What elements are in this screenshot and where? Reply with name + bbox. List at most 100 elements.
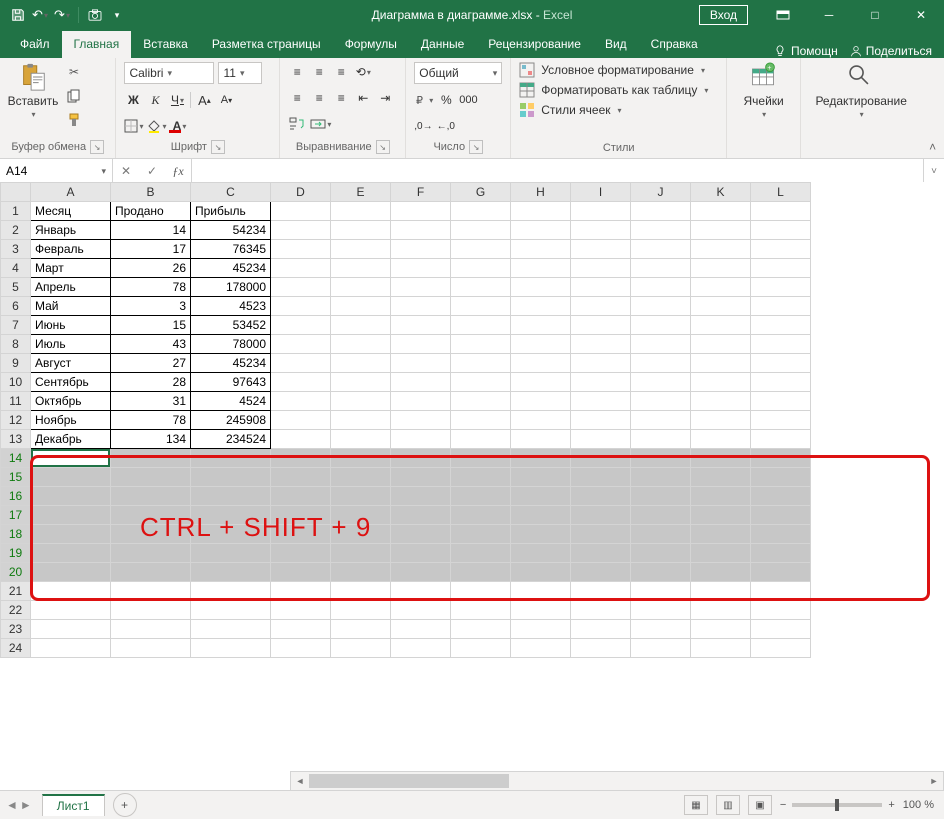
cell[interactable] — [31, 525, 111, 544]
cell[interactable] — [691, 316, 751, 335]
row-header[interactable]: 24 — [1, 639, 31, 658]
cell[interactable] — [451, 506, 511, 525]
comma-icon[interactable]: 000 — [459, 90, 477, 110]
cell[interactable]: Прибыль — [191, 202, 271, 221]
cell[interactable] — [451, 468, 511, 487]
cell[interactable] — [691, 639, 751, 658]
cell[interactable] — [111, 449, 191, 468]
cell[interactable] — [691, 392, 751, 411]
cell[interactable]: 4524 — [191, 392, 271, 411]
zoom-in-icon[interactable]: + — [888, 799, 894, 811]
cell[interactable] — [511, 563, 571, 582]
cell[interactable] — [631, 354, 691, 373]
cell[interactable] — [331, 221, 391, 240]
cell[interactable] — [391, 411, 451, 430]
cell[interactable] — [511, 411, 571, 430]
cell[interactable] — [751, 297, 811, 316]
cell[interactable]: 14 — [111, 221, 191, 240]
cell[interactable]: 53452 — [191, 316, 271, 335]
cell[interactable] — [571, 487, 631, 506]
cell[interactable]: Октябрь — [31, 392, 111, 411]
cell[interactable] — [271, 525, 331, 544]
column-header[interactable]: C — [191, 183, 271, 202]
align-center-icon[interactable]: ≡ — [310, 88, 328, 108]
save-icon[interactable] — [10, 7, 26, 23]
cell[interactable] — [631, 430, 691, 449]
cell[interactable] — [331, 601, 391, 620]
ribbon-display-icon[interactable] — [760, 0, 806, 30]
cell[interactable] — [111, 525, 191, 544]
cell[interactable] — [691, 601, 751, 620]
cell[interactable] — [511, 506, 571, 525]
cell[interactable] — [751, 449, 811, 468]
cell[interactable] — [271, 259, 331, 278]
cut-icon[interactable]: ✂ — [64, 62, 84, 82]
sheet-tab[interactable]: Лист1 — [42, 794, 105, 816]
cell[interactable] — [691, 240, 751, 259]
cell[interactable] — [571, 392, 631, 411]
tab-review[interactable]: Рецензирование — [476, 31, 593, 58]
cell[interactable] — [331, 525, 391, 544]
decrease-decimal-icon[interactable]: ←,0 — [437, 116, 455, 136]
horizontal-scrollbar[interactable]: ◄ ► — [290, 771, 944, 791]
row-header[interactable]: 14 — [1, 449, 31, 468]
cell[interactable] — [511, 525, 571, 544]
cell[interactable] — [511, 430, 571, 449]
cell[interactable] — [631, 392, 691, 411]
cell[interactable] — [451, 582, 511, 601]
cell[interactable] — [631, 449, 691, 468]
cell[interactable] — [391, 544, 451, 563]
cell[interactable] — [111, 620, 191, 639]
cell[interactable] — [631, 582, 691, 601]
cell[interactable] — [31, 639, 111, 658]
cell[interactable] — [31, 544, 111, 563]
cell[interactable] — [111, 563, 191, 582]
cell[interactable] — [511, 373, 571, 392]
row-header[interactable]: 6 — [1, 297, 31, 316]
cell[interactable] — [391, 430, 451, 449]
cell[interactable] — [571, 278, 631, 297]
cell[interactable] — [331, 202, 391, 221]
align-left-icon[interactable]: ≡ — [288, 88, 306, 108]
merge-icon[interactable]: ▾ — [310, 114, 331, 134]
minimize-icon[interactable]: ─ — [806, 0, 852, 30]
cell[interactable] — [631, 335, 691, 354]
cell[interactable] — [511, 639, 571, 658]
dialog-launcher-icon[interactable]: ↘ — [90, 140, 104, 154]
cell[interactable] — [691, 620, 751, 639]
cell[interactable] — [191, 525, 271, 544]
cell[interactable] — [691, 354, 751, 373]
fill-color-icon[interactable]: ▾ — [147, 116, 166, 136]
cell[interactable] — [331, 563, 391, 582]
cell[interactable] — [271, 411, 331, 430]
cell[interactable] — [331, 411, 391, 430]
formula-input[interactable] — [192, 159, 923, 183]
wrap-text-icon[interactable] — [288, 114, 306, 134]
cell[interactable] — [571, 525, 631, 544]
cell[interactable]: 54234 — [191, 221, 271, 240]
column-header[interactable]: L — [751, 183, 811, 202]
cell[interactable] — [511, 259, 571, 278]
font-color-icon[interactable]: A▾ — [171, 116, 189, 136]
cell[interactable]: 17 — [111, 240, 191, 259]
cell[interactable] — [571, 601, 631, 620]
cell[interactable] — [571, 449, 631, 468]
cell[interactable] — [691, 506, 751, 525]
cell[interactable] — [571, 430, 631, 449]
cell[interactable] — [271, 620, 331, 639]
row-header[interactable]: 1 — [1, 202, 31, 221]
tab-pagelayout[interactable]: Разметка страницы — [200, 31, 333, 58]
dialog-launcher-icon[interactable]: ↘ — [211, 140, 225, 154]
cell[interactable]: 78 — [111, 411, 191, 430]
cell[interactable] — [391, 354, 451, 373]
cell[interactable] — [631, 525, 691, 544]
column-header[interactable]: K — [691, 183, 751, 202]
cell[interactable] — [571, 316, 631, 335]
cell[interactable] — [191, 601, 271, 620]
cell[interactable] — [511, 582, 571, 601]
cell[interactable] — [331, 449, 391, 468]
cell[interactable] — [691, 430, 751, 449]
cell[interactable]: Ноябрь — [31, 411, 111, 430]
cell[interactable] — [631, 373, 691, 392]
cell[interactable] — [511, 487, 571, 506]
